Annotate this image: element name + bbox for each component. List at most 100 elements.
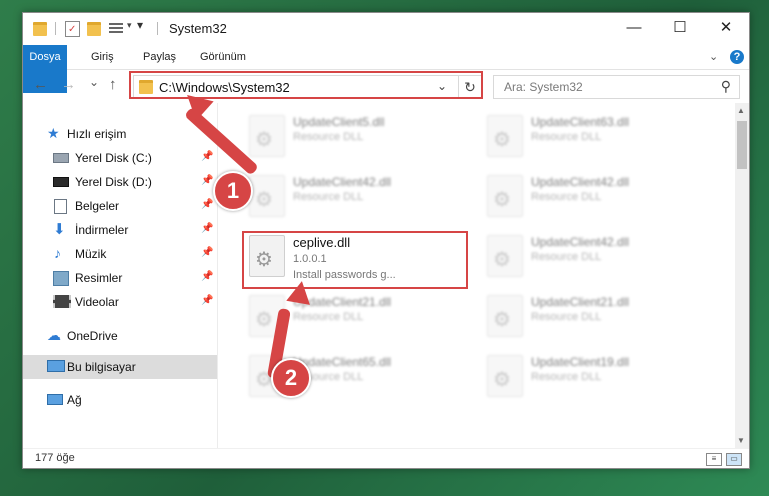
file-description: Resource DLL [293, 191, 364, 203]
gear-icon: ⚙ [493, 309, 511, 331]
new-folder-icon[interactable] [87, 22, 101, 36]
qa-dropdown-icon[interactable]: ▾ [127, 20, 132, 38]
sidebar-item-label: Resimler [75, 271, 123, 285]
sidebar-item-label: Hızlı erişim [67, 127, 127, 141]
file-description: Resource DLL [531, 371, 602, 383]
sidebar-item-label: OneDrive [67, 329, 118, 343]
pin-icon[interactable]: 📌 [201, 295, 213, 306]
file-name: UpdateClient63.dll [531, 115, 630, 129]
navigation-bar: ← → ⌄ ↑ C:\Windows\System32 ⌄ ↻ Ara: Sys… [23, 70, 749, 102]
sidebar-item-label: Müzik [75, 247, 107, 261]
forward-button[interactable]: → [61, 77, 76, 93]
pin-icon[interactable]: 📌 [201, 199, 213, 210]
properties-icon[interactable]: ✓ [65, 21, 80, 37]
file-name: UpdateClient42.dll [531, 235, 630, 249]
window-title: System32 [169, 21, 227, 36]
chevron-down-icon[interactable]: ▾ [137, 18, 143, 36]
search-input[interactable]: Ara: System32 [504, 80, 583, 94]
search-box[interactable]: Ara: System32 ⚲ [493, 75, 740, 99]
customize-qa-icon[interactable] [109, 21, 123, 35]
sidebar-item-this-pc[interactable]: Bu bilgisayar [23, 355, 217, 379]
address-highlight-box [129, 71, 483, 99]
status-bar: 177 öğe ≡ ▭ [23, 448, 749, 469]
pin-icon[interactable]: 📌 [201, 271, 213, 282]
gear-icon: ⚙ [493, 189, 511, 211]
pin-icon[interactable]: 📌 [201, 223, 213, 234]
help-icon[interactable]: ? [730, 50, 744, 64]
sidebar-item-videos[interactable]: Videolar 📌 [23, 291, 217, 313]
item-count: 177 öğe [35, 452, 75, 464]
sidebar-item-documents[interactable]: Belgeler 📌 [23, 195, 217, 217]
file-description: Resource DLL [531, 191, 602, 203]
sidebar-item-disk-d[interactable]: Yerel Disk (D:) 📌 [23, 171, 217, 193]
file-description: Resource DLL [531, 311, 602, 323]
sidebar-item-music[interactable]: ♪ Müzik 📌 [23, 243, 217, 265]
music-icon: ♪ [54, 245, 61, 261]
sidebar-item-label: Ağ [67, 393, 82, 407]
cloud-icon: ☁ [47, 327, 61, 343]
step-2-badge: 2 [271, 358, 311, 398]
computer-icon [47, 360, 65, 372]
back-button[interactable]: ← [33, 77, 48, 93]
tab-paylas[interactable]: Paylaş [143, 45, 176, 69]
download-icon: ⬇ [53, 221, 66, 238]
sidebar-item-network[interactable]: Ağ [23, 389, 217, 411]
scrollbar-thumb[interactable] [737, 121, 747, 169]
file-item[interactable]: ⚙ UpdateClient5.dll Resource DLL [241, 111, 461, 159]
pin-icon[interactable]: 📌 [201, 151, 213, 162]
sidebar-item-disk-c[interactable]: Yerel Disk (C:) 📌 [23, 147, 217, 169]
recent-locations-button[interactable]: ⌄ [89, 74, 99, 90]
file-item[interactable]: ⚙ UpdateClient21.dll Resource DLL [479, 291, 699, 339]
file-description: Resource DLL [531, 131, 602, 143]
sidebar-item-onedrive[interactable]: ☁ OneDrive [23, 325, 217, 347]
scroll-down-arrow-icon[interactable]: ▼ [737, 436, 745, 445]
file-name: UpdateClient19.dll [531, 355, 630, 369]
chevron-down-icon[interactable]: ⌄ [709, 45, 718, 69]
vertical-scrollbar[interactable]: ▲ ▼ [735, 103, 749, 448]
sidebar-item-label: Yerel Disk (D:) [75, 175, 152, 189]
sidebar-item-label: Videolar [75, 295, 119, 309]
drive-icon [53, 153, 69, 163]
file-description: Resource DLL [531, 251, 602, 263]
star-icon: ★ [47, 125, 60, 141]
search-icon[interactable]: ⚲ [721, 78, 731, 95]
scroll-up-arrow-icon[interactable]: ▲ [737, 106, 745, 115]
file-explorer-window: ✓ ▾ ▾ System32 — ☐ ✕ Dosya Giriş Paylaş … [22, 12, 750, 469]
sidebar-item-pictures[interactable]: Resimler 📌 [23, 267, 217, 289]
divider [157, 22, 158, 35]
tab-gorunum[interactable]: Görünüm [200, 45, 246, 69]
pin-icon[interactable]: 📌 [201, 247, 213, 258]
up-button[interactable]: ↑ [109, 77, 117, 93]
file-description: Resource DLL [293, 311, 364, 323]
file-item[interactable]: ⚙ UpdateClient42.dll Resource DLL [479, 231, 699, 279]
file-name: UpdateClient5.dll [293, 115, 385, 129]
ribbon: Dosya Giriş Paylaş Görünüm ⌄ ? [23, 45, 749, 93]
title-bar: ✓ ▾ ▾ System32 — ☐ ✕ [23, 13, 749, 45]
file-item[interactable]: ⚙ UpdateClient63.dll Resource DLL [479, 111, 699, 159]
network-icon [47, 394, 63, 405]
document-icon [54, 199, 67, 214]
large-icons-view-icon[interactable]: ▭ [726, 453, 742, 466]
close-button[interactable]: ✕ [703, 13, 749, 45]
minimize-button[interactable]: — [611, 13, 657, 45]
folder-icon [33, 22, 47, 36]
file-item[interactable]: ⚙ UpdateClient42.dll Resource DLL [241, 171, 461, 219]
drive-icon [53, 177, 69, 187]
file-name: UpdateClient21.dll [531, 295, 630, 309]
file-description: Resource DLL [293, 131, 364, 143]
sidebar-item-label: Yerel Disk (C:) [75, 151, 152, 165]
sidebar-item-downloads[interactable]: ⬇ İndirmeler 📌 [23, 219, 217, 241]
file-item[interactable]: ⚙ UpdateClient19.dll Resource DLL [479, 351, 699, 399]
file-name: UpdateClient42.dll [531, 175, 630, 189]
pin-icon[interactable]: 📌 [201, 175, 213, 186]
file-item[interactable]: ⚙ UpdateClient42.dll Resource DLL [479, 171, 699, 219]
tab-giris[interactable]: Giriş [91, 45, 114, 69]
details-view-icon[interactable]: ≡ [706, 453, 722, 466]
gear-icon: ⚙ [255, 189, 273, 211]
sidebar-item-quick-access[interactable]: ★ Hızlı erişim [23, 123, 217, 145]
video-icon [53, 295, 71, 308]
sidebar-item-label: Bu bilgisayar [67, 360, 136, 374]
sidebar-item-label: Belgeler [75, 199, 120, 213]
gear-icon: ⚙ [255, 309, 273, 331]
maximize-button[interactable]: ☐ [657, 13, 703, 45]
